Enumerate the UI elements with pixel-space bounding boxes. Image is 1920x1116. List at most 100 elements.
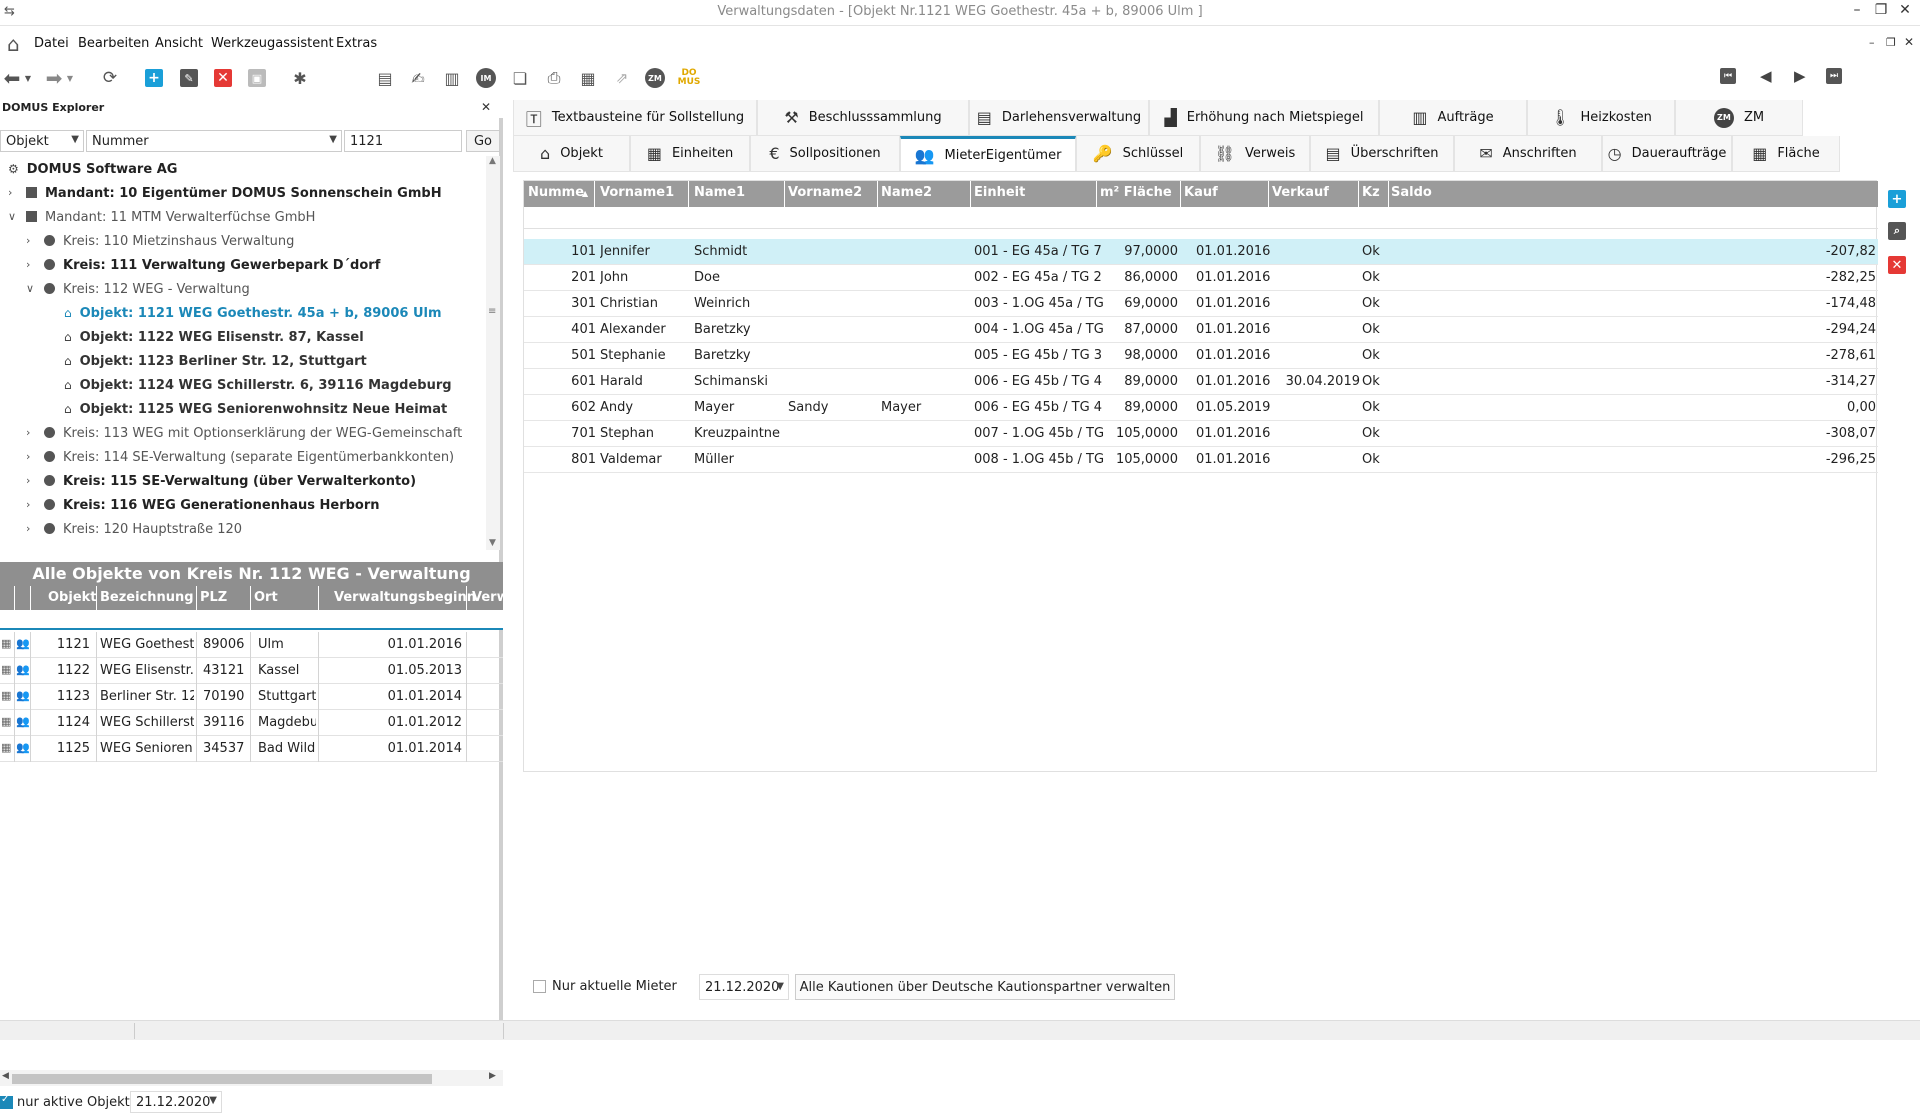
calculator-icon[interactable]: ▦ <box>1 663 11 676</box>
archive-icon[interactable]: ▦ <box>576 66 600 90</box>
tenant-row[interactable]: 101 Jennifer Schmidt 001 - EG 45a / TG 7 97,… <box>524 239 1878 265</box>
refresh-icon[interactable]: ⟳ <box>98 66 122 90</box>
calculator-icon[interactable]: ▦ <box>1 715 11 728</box>
menu-bearbeiten[interactable]: Bearbeiten <box>78 36 149 51</box>
tab-einheiten[interactable]: ▦ Einheiten <box>630 136 750 172</box>
users-icon[interactable]: 👥 <box>16 663 30 676</box>
mdi-minimize-icon[interactable]: – <box>1869 36 1875 49</box>
tab-anschriften[interactable]: ✉ Anschriften <box>1454 136 1602 172</box>
tab-beschlusssammlung[interactable]: ⚒ Beschlusssammlung <box>757 100 969 136</box>
grid-col-header[interactable]: Einheit <box>974 185 1025 200</box>
users-icon[interactable]: 👥 <box>16 715 30 728</box>
tab-überschriften[interactable]: ▤ Überschriften <box>1310 136 1454 172</box>
object-row[interactable]: ▦ 👥 1125 WEG Senioren 34537 Bad Wild 01.01.201… <box>0 736 503 762</box>
chevron-right-icon[interactable]: › <box>26 234 30 247</box>
tree-node[interactable]: ⚙ DOMUS Software AG <box>8 162 177 177</box>
scroll-up-icon[interactable]: ▲ <box>489 156 496 166</box>
chevron-right-icon[interactable]: › <box>26 474 30 487</box>
tab-zm[interactable]: ZM ZM <box>1675 100 1803 136</box>
delete-record-icon[interactable]: ✕ <box>1888 256 1906 274</box>
grid-col-header[interactable]: Numme <box>528 185 584 200</box>
explorer-close-icon[interactable]: ✕ <box>481 100 491 114</box>
kautionen-button[interactable]: Alle Kautionen über Deutsche Kautionspar… <box>795 974 1175 1000</box>
next-record-icon[interactable]: ▶ <box>1794 67 1806 85</box>
back-icon[interactable]: ⬅ <box>0 66 24 90</box>
tenant-row[interactable]: 701 Stephan Kreuzpaintne 007 - 1.OG 45b / T… <box>524 421 1878 447</box>
tab-verweis[interactable]: ⛓ Verweis <box>1200 136 1310 172</box>
grid-col-header[interactable]: Vorname2 <box>788 185 862 200</box>
wizard-icon[interactable]: ✱ <box>288 66 312 90</box>
mdi-close-icon[interactable]: ✕ <box>1904 35 1914 49</box>
tree-node[interactable]: › Kreis: 116 WEG Generationenhaus Herborn <box>26 498 380 513</box>
tree-node[interactable]: › Mandant: 10 Eigentümer DOMUS Sonnensche… <box>8 186 442 201</box>
sign-icon[interactable]: ✍ <box>406 66 430 90</box>
back-dropdown-icon[interactable]: ▼ <box>22 66 34 90</box>
object-row[interactable]: ▦ 👥 1124 WEG Schillerst 39116 Magdebu 01.01.20… <box>0 710 503 736</box>
tree-node[interactable]: ∨ Mandant: 11 MTM Verwalterfüchse GmbH <box>8 210 315 225</box>
chevron-down-icon[interactable]: ∨ <box>26 282 34 295</box>
scroll-left-icon[interactable]: ◀ <box>2 1071 9 1081</box>
tree-node[interactable]: › Kreis: 110 Mietzinshaus Verwaltung <box>26 234 294 249</box>
objects-list-filter-row[interactable] <box>0 610 503 630</box>
calculator-icon[interactable]: ▦ <box>1 741 11 754</box>
tab-mietereigentümer[interactable]: 👥 MieterEigentümer <box>900 136 1076 172</box>
tab-aufträge[interactable]: ▥ Aufträge <box>1379 100 1527 136</box>
col-objekt[interactable]: Objekt <box>48 590 97 605</box>
search-field-select[interactable]: Nummer ▼ <box>86 130 342 152</box>
mdi-restore-icon[interactable]: ❐ <box>1886 36 1896 49</box>
grid-col-header[interactable]: Saldo <box>1391 185 1432 200</box>
chevron-right-icon[interactable]: › <box>8 186 12 199</box>
chevron-right-icon[interactable]: › <box>26 258 30 271</box>
tab-objekt[interactable]: ⌂ Objekt <box>513 136 630 172</box>
tab-textbausteine-für-sollstellung[interactable]: 🅃 Textbausteine für Sollstellung <box>513 100 757 136</box>
users-icon[interactable]: 👥 <box>16 741 30 754</box>
tree-scrollbar[interactable]: ▲ ≡ ▼ <box>486 156 500 550</box>
tenants-grid-filter-row[interactable] <box>524 207 1878 229</box>
search-record-icon[interactable]: ⌕ <box>1888 222 1906 240</box>
grid-col-header[interactable]: Name1 <box>694 185 745 200</box>
tenant-row[interactable]: 801 Valdemar Müller 008 - 1.OG 45b / TG 105,… <box>524 447 1878 473</box>
tenant-row[interactable]: 601 Harald Schimanski 006 - EG 45b / TG 4 89… <box>524 369 1878 395</box>
tree-node[interactable]: ∨ Kreis: 112 WEG - Verwaltung <box>26 282 250 297</box>
tenant-row[interactable]: 602 Andy Mayer Sandy Mayer 006 - EG 45b / TG … <box>524 395 1878 421</box>
grid-col-header[interactable]: Vorname1 <box>600 185 674 200</box>
grid-col-header[interactable]: Verkauf <box>1272 185 1329 200</box>
tenant-row[interactable]: 401 Alexander Baretzky 004 - 1.OG 45a / TG 8… <box>524 317 1878 343</box>
tree-node[interactable]: ⌂ Objekt: 1124 WEG Schillerstr. 6, 39116 … <box>64 378 452 393</box>
col-verwaltungsbeginn[interactable]: Verwaltungsbeginn <box>334 590 476 605</box>
chevron-right-icon[interactable]: › <box>26 522 30 535</box>
home-icon[interactable]: ⌂ <box>7 32 20 56</box>
tab-erhöhung-nach-mietspiegel[interactable]: ▟ Erhöhung nach Mietspiegel <box>1149 100 1379 136</box>
menu-extras[interactable]: Extras <box>336 36 377 51</box>
tree-node[interactable]: ⌂ Objekt: 1123 Berliner Str. 12, Stuttgar… <box>64 354 367 369</box>
delete-icon[interactable]: ✕ <box>214 69 232 87</box>
object-row[interactable]: ▦ 👥 1122 WEG Elisenstr. 43121 Kassel 01.05.201… <box>0 658 503 684</box>
clipboard-icon[interactable]: ▥ <box>440 66 464 90</box>
menu-ansicht[interactable]: Ansicht <box>155 36 203 51</box>
tab-sollpositionen[interactable]: € Sollpositionen <box>750 136 900 172</box>
object-row[interactable]: ▦ 👥 1123 Berliner Str. 12 70190 Stuttgart 01.0… <box>0 684 503 710</box>
grid-col-header[interactable]: Kz <box>1362 185 1380 200</box>
forward-dropdown-icon[interactable]: ▼ <box>64 66 76 90</box>
domus-logo-icon[interactable]: DO MUS <box>676 66 702 90</box>
edit-icon[interactable]: ✎ <box>180 69 198 87</box>
last-record-icon[interactable]: ⏭ <box>1826 68 1842 84</box>
tenant-row[interactable]: 301 Christian Weinrich 003 - 1.OG 45a / TG 6… <box>524 291 1878 317</box>
only-active-date-select[interactable]: 21.12.2020 ▼ <box>130 1091 222 1113</box>
add-record-icon[interactable]: + <box>1888 190 1906 208</box>
search-type-select[interactable]: Objekt ▼ <box>0 130 84 152</box>
footer-date-select[interactable]: 21.12.2020 ▼ <box>699 974 789 1000</box>
tree-node[interactable]: › Kreis: 115 SE-Verwaltung (über Verwalte… <box>26 474 416 489</box>
previous-record-icon[interactable]: ◀ <box>1760 67 1772 85</box>
tab-darlehensverwaltung[interactable]: ▤ Darlehensverwaltung <box>969 100 1149 136</box>
im-icon[interactable]: IM <box>476 68 496 88</box>
menu-datei[interactable]: Datei <box>34 36 69 51</box>
zm-icon[interactable]: ZM <box>645 68 665 88</box>
forward-icon[interactable]: ➡ <box>42 66 66 90</box>
print-icon[interactable]: ⎙ <box>542 66 566 90</box>
scroll-right-icon[interactable]: ▶ <box>489 1071 496 1081</box>
new-icon[interactable]: + <box>145 69 163 87</box>
tree-node[interactable]: › Kreis: 120 Hauptstraße 120 <box>26 522 242 537</box>
chevron-right-icon[interactable]: › <box>26 426 30 439</box>
search-input[interactable]: 1121 <box>344 130 462 152</box>
